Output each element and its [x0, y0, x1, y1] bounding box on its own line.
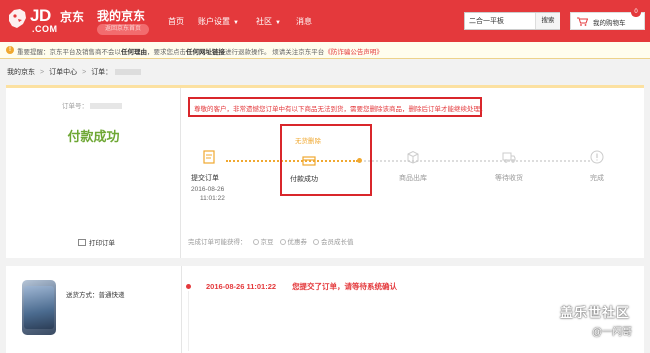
cart-count-badge: 0 [631, 8, 641, 17]
box-icon [407, 150, 419, 164]
nav-messages-label: 消息 [296, 17, 312, 26]
redacted-order-number [90, 103, 122, 110]
watermark-author: @一闪哥 [592, 327, 633, 338]
document-icon [203, 150, 215, 164]
timeline-dot [186, 284, 191, 289]
watermark-community: 盖乐世社区 [560, 305, 631, 320]
reward-growth: 会员成长值 [321, 239, 354, 246]
product-image[interactable] [22, 280, 56, 335]
jd-dog-icon [9, 9, 26, 28]
truck-icon [502, 152, 516, 163]
redacted-order-number [115, 69, 142, 76]
logo-com-text: .COM [32, 24, 58, 34]
warning-icon: ! [6, 46, 14, 54]
logo-cn-text: 京东 [60, 10, 85, 24]
shipment-panel: 送货方式：普通快递 2016-08-26 11:01:22 您提交了订单，请等待系… [6, 266, 644, 353]
order-number-label: 订单号： [62, 103, 88, 110]
back-home-button[interactable]: 返回京东首页 [97, 24, 149, 35]
nav-account-settings[interactable]: 账户设置 ▼ [198, 16, 239, 27]
step-time: 11:01:22 [200, 195, 225, 202]
breadcrumb-my-jd[interactable]: 我的京东 [7, 69, 35, 76]
timeline-entry: 2016-08-26 11:01:22 您提交了订单，请等待系统确认 [206, 281, 397, 292]
step-label: 商品出库 [399, 175, 427, 182]
notice-text: 重要提醒：京东平台及销售商不会以任何理由，要求您点击任何网址链接进行退款操作。 … [17, 46, 383, 56]
step-label: 等待收货 [495, 175, 523, 182]
search-box: 搜索 [464, 12, 560, 30]
no-stock-delete-link[interactable]: 无货删除 [295, 135, 321, 145]
nav-account-label: 账户设置 [198, 17, 230, 26]
payment-status: 付款成功 [67, 129, 120, 144]
printer-icon [78, 239, 86, 246]
print-order-label: 打印订单 [89, 240, 115, 247]
notice-middle: ，要求您点击 [147, 49, 186, 56]
breadcrumb-separator: > [40, 69, 45, 76]
nav-messages[interactable]: 消息 [296, 16, 312, 27]
chevron-down-icon: ▼ [275, 20, 281, 26]
growth-icon [313, 239, 319, 245]
step-submit-order: 提交订单 2016-08-26 11:01:22 [191, 150, 241, 203]
step-shipped: 商品出库 [388, 150, 438, 183]
phone-screen [24, 286, 54, 329]
cart-icon [577, 17, 588, 26]
coupon-icon [279, 239, 286, 245]
step-awaiting-delivery: 等待收货 [484, 150, 534, 183]
divider [181, 266, 182, 353]
timeline-line [188, 291, 189, 351]
search-input[interactable] [465, 13, 535, 29]
nav-home-label: 首页 [168, 17, 184, 26]
my-jd-title[interactable]: 我的京东 [97, 7, 145, 24]
check-icon [590, 150, 604, 164]
shipping-method: 送货方式：普通快递 [66, 292, 125, 299]
jingdou-icon [252, 239, 259, 245]
rewards-label: 完成订单可能获得： [188, 239, 247, 246]
notice-suffix: 进行退款操作。 烦请关注京东平台 [225, 49, 325, 56]
top-header: JD .COM 京东 我的京东 返回京东首页 首页 账户设置▼ 社区▼ 消息 搜… [0, 0, 650, 42]
notice-bar: ! 重要提醒：京东平台及销售商不会以任何理由，要求您点击任何网址链接进行退款操作… [0, 42, 650, 59]
notice-bold-1: 任何理由 [121, 49, 147, 56]
step-payment-label: 付款成功 [290, 176, 318, 183]
cart-button[interactable]: 我的购物车 0 [570, 8, 645, 30]
order-number: 订单号： [62, 100, 122, 110]
breadcrumb-order: 订单： [91, 69, 113, 76]
notice-bold-2: 任何网址链接 [186, 49, 225, 56]
chevron-down-icon: ▼ [233, 20, 239, 26]
timeline-time: 2016-08-26 11:01:22 [206, 282, 277, 291]
nav-community-label: 社区 [256, 17, 272, 26]
logo-jd-text: JD [30, 6, 51, 25]
alert-text: 尊敬的客户，非常遗憾您订单中有以下商品无法到货，需要您删除该商品，删除后订单才能… [194, 106, 487, 113]
rewards-info: 完成订单可能获得： 京豆 优惠券 会员成长值 [188, 236, 354, 246]
out-of-stock-alert: 尊敬的客户，非常遗憾您订单中有以下商品无法到货，需要您删除该商品，删除后订单才能… [188, 97, 487, 117]
order-summary: 订单号： 付款成功 打印订单 [6, 88, 181, 258]
reward-jingdou: 京豆 [260, 239, 274, 246]
breadcrumb-separator: > [82, 69, 87, 76]
reward-coupon: 优惠券 [287, 239, 308, 246]
step-date: 2016-08-26 [191, 186, 225, 193]
step-label: 提交订单 [191, 175, 219, 182]
step-complete: 完成 [582, 150, 612, 183]
breadcrumb: 我的京东 > 订单中心 > 订单： [7, 67, 142, 77]
nav-community[interactable]: 社区 ▼ [256, 16, 281, 27]
step-label: 完成 [590, 175, 604, 182]
print-order-button[interactable]: 打印订单 [78, 237, 115, 247]
nav-home[interactable]: 首页 [168, 16, 184, 27]
search-button[interactable]: 搜索 [535, 13, 560, 29]
timeline-message: 您提交了订单，请等待系统确认 [292, 282, 398, 291]
payment-step-highlight [280, 124, 372, 196]
jd-logo[interactable]: JD .COM 京东 [6, 5, 92, 37]
anti-fraud-link[interactable]: 《防诈骗公告声明》 [324, 49, 383, 56]
notice-prefix: 重要提醒：京东平台及销售商不会以 [17, 49, 121, 56]
breadcrumb-order-center[interactable]: 订单中心 [49, 69, 77, 76]
cart-label: 我的购物车 [593, 20, 626, 27]
